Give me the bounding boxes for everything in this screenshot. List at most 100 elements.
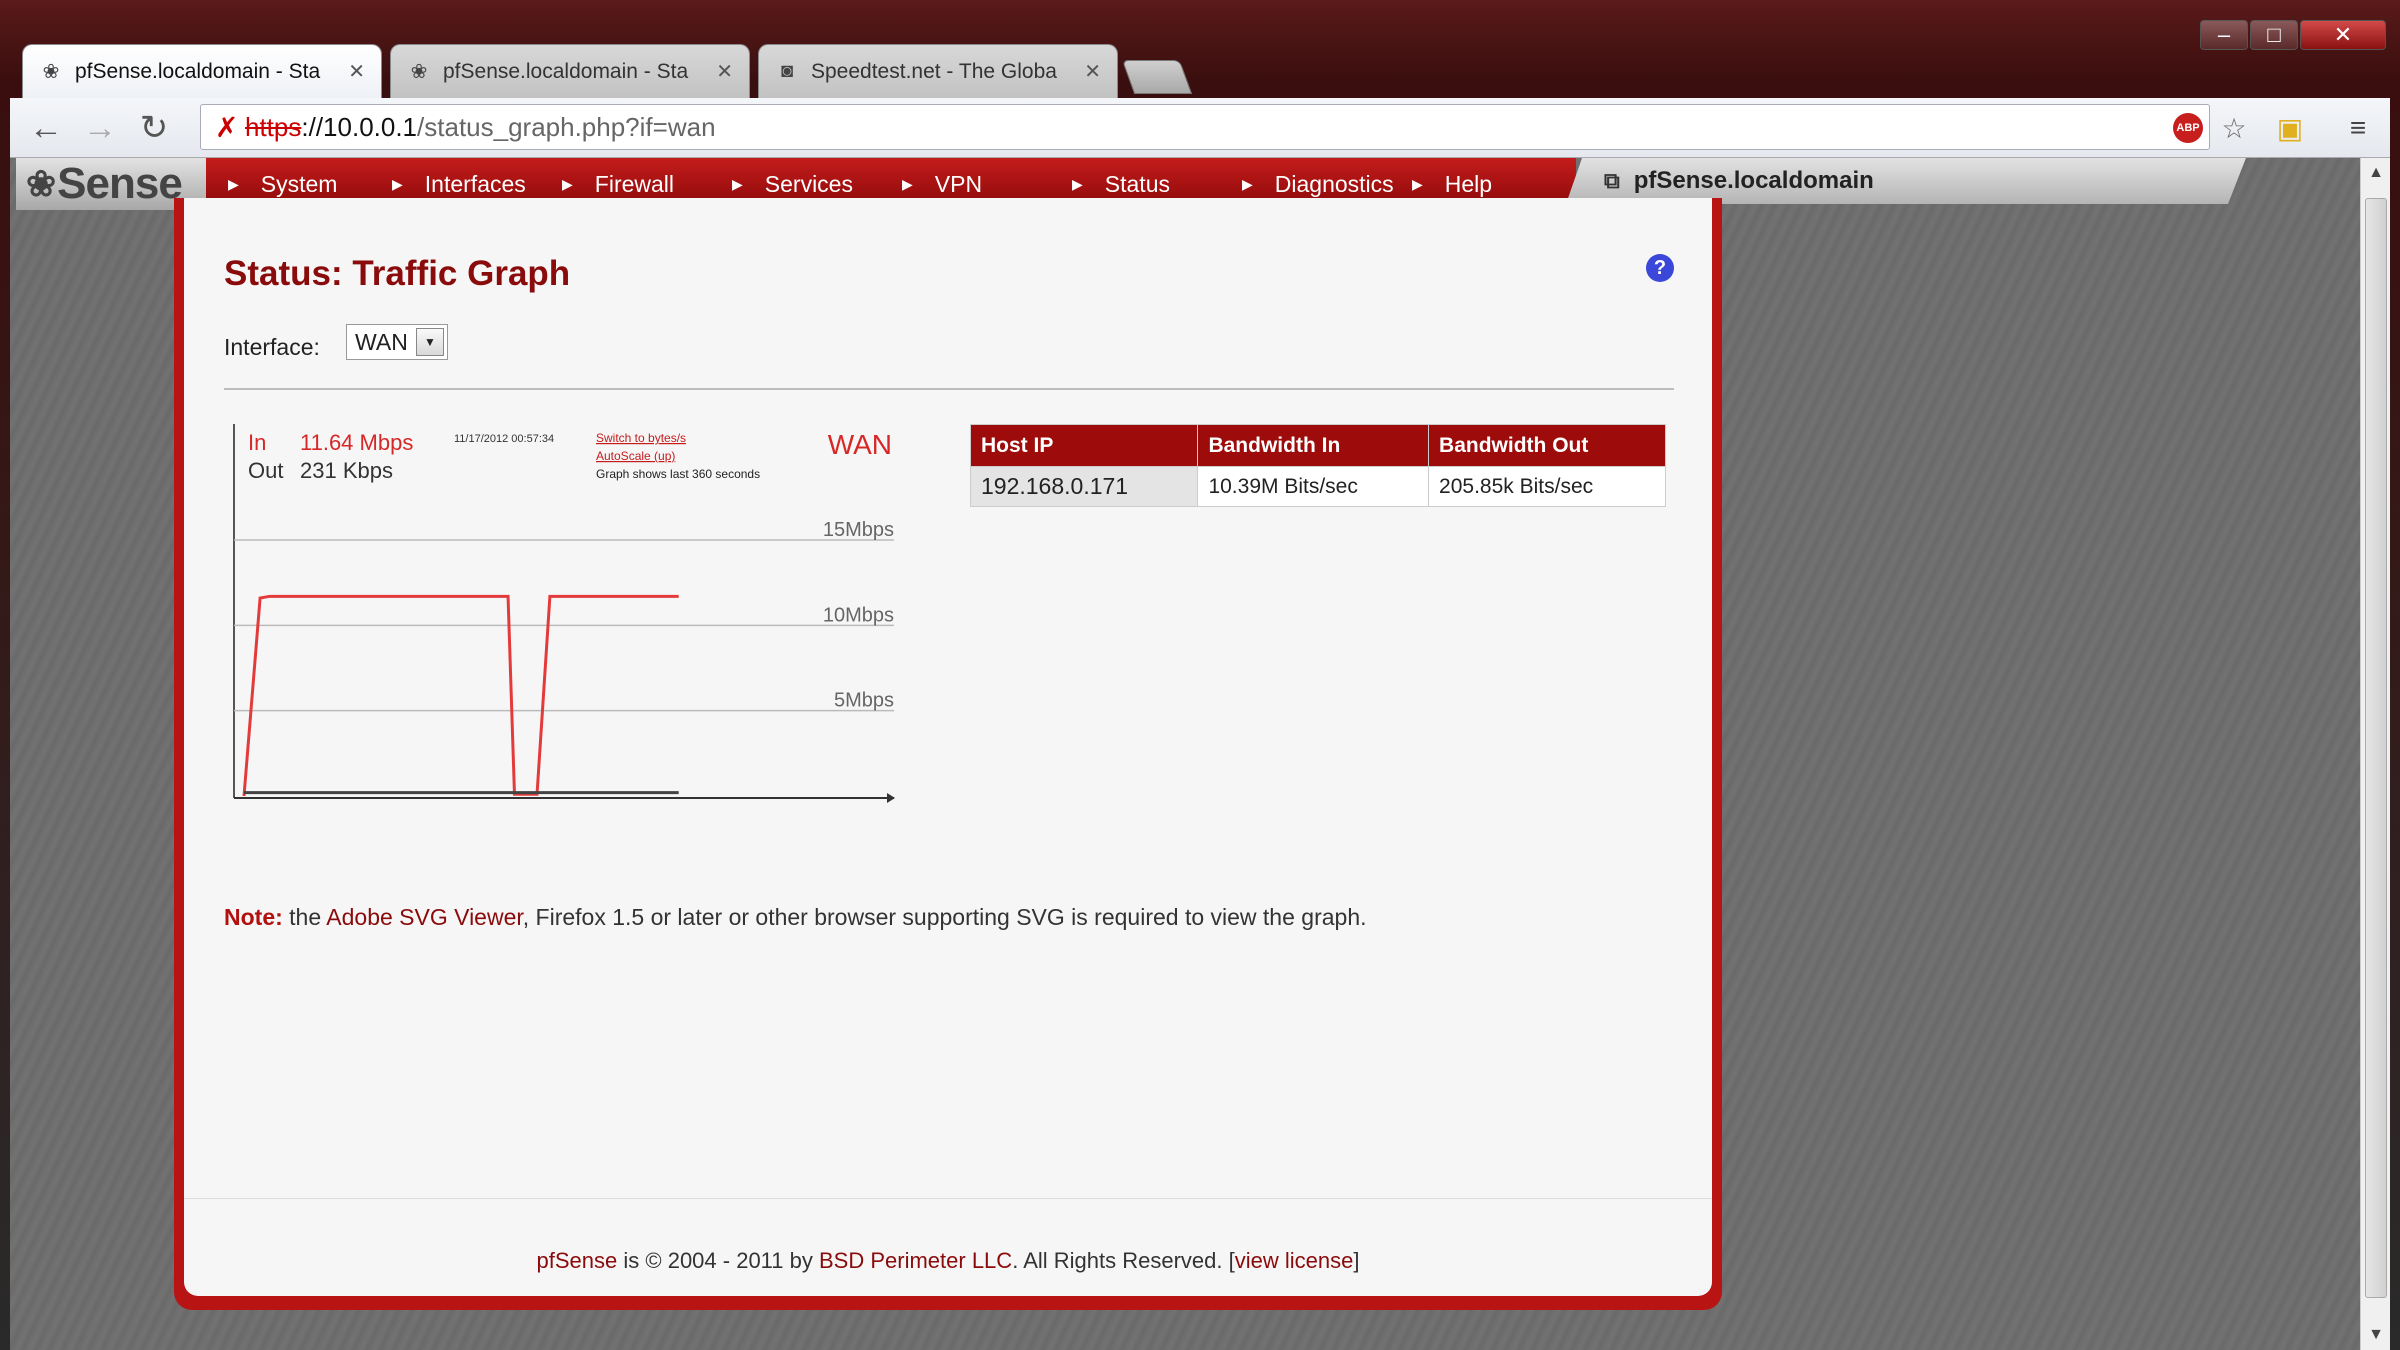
- menu-arrow-icon: ▶: [732, 175, 743, 192]
- series-line-in: [242, 594, 679, 797]
- table-row: 192.168.0.171 10.39M Bits/sec 205.85k Bi…: [969, 466, 1666, 507]
- speedtest-icon: ◙: [780, 60, 794, 82]
- hostname: pfSense.localdomain: [1633, 167, 1874, 194]
- traffic-graph-svg: 15Mbps 10Mbps 5Mbps In 11.64 Mbps Out 23…: [233, 424, 895, 803]
- interface-value: WAN: [355, 328, 408, 355]
- close-window-icon[interactable]: ✕: [2300, 20, 2386, 50]
- close-tab-icon[interactable]: ✕: [716, 59, 733, 84]
- tab-strip: ❀ pfSense.localdomain - Sta ✕ ❀ pfSense.…: [0, 10, 2400, 98]
- in-label: In: [248, 430, 266, 455]
- tab-pfsense-1[interactable]: ❀ pfSense.localdomain - Sta ✕: [22, 44, 382, 98]
- bookmark-star-icon[interactable]: ☆: [2216, 110, 2252, 146]
- footer-text: ]: [1353, 1248, 1360, 1273]
- menu-label: System: [260, 170, 338, 197]
- menu-label: Status: [1104, 170, 1170, 197]
- scrollbar-thumb[interactable]: [2365, 198, 2387, 1298]
- company-link[interactable]: BSD Perimeter LLC: [819, 1248, 1012, 1273]
- footer-text: is © 2004 - 2011 by: [623, 1248, 813, 1273]
- menu-label: Diagnostics: [1274, 170, 1394, 197]
- adobe-svg-link[interactable]: Adobe SVG Viewer: [326, 904, 522, 930]
- in-value: 11.64 Mbps: [300, 430, 413, 455]
- url-scheme: https: [245, 111, 302, 142]
- chevron-down-icon: ▼: [416, 328, 444, 356]
- note-text: , Firefox 1.5 or later or other browser …: [522, 904, 1367, 930]
- scroll-down-icon[interactable]: ▼: [2361, 1320, 2391, 1350]
- browser-toolbar: ← → ↻ ✗ https ://10.0.0.1 /status_graph.…: [10, 98, 2390, 158]
- out-label: Out: [248, 458, 283, 483]
- forward-icon[interactable]: →: [80, 108, 120, 148]
- pfsense-link[interactable]: pfSense: [537, 1248, 618, 1273]
- url-path: /status_graph.php?if=wan: [417, 111, 716, 142]
- view-license-link[interactable]: view license: [1235, 1248, 1354, 1273]
- menu-arrow-icon: ▶: [228, 175, 239, 192]
- maximize-icon[interactable]: □: [2250, 20, 2298, 50]
- back-icon[interactable]: ←: [26, 108, 66, 148]
- vertical-scrollbar[interactable]: ▲ ▼: [2360, 158, 2390, 1350]
- menu-icon[interactable]: ≡: [2340, 110, 2376, 146]
- grid-label: 10Mbps: [823, 604, 894, 626]
- table-header-row: Host IP Bandwidth In Bandwidth Out: [969, 424, 1666, 467]
- page-footer: pfSense is © 2004 - 2011 by BSD Perimete…: [184, 1248, 1712, 1274]
- tab-speedtest[interactable]: ◙ Speedtest.net - The Globa ✕: [758, 44, 1118, 98]
- logo-text: Sense: [57, 159, 183, 208]
- network-icon: ⧉: [1604, 168, 1620, 193]
- pfsense-gear-icon: ❀: [26, 163, 56, 204]
- interface-label: Interface:: [224, 334, 320, 360]
- out-value: 231 Kbps: [300, 458, 393, 483]
- x-axis-arrow-icon: [887, 793, 895, 803]
- bandwidth-out-cell: 205.85k Bits/sec: [1428, 466, 1666, 507]
- switch-units-link[interactable]: Switch to bytes/s: [596, 431, 686, 445]
- grid-label: 15Mbps: [823, 519, 894, 541]
- host-bandwidth-table: Host IP Bandwidth In Bandwidth Out 192.1…: [969, 424, 1666, 507]
- bandwidth-in-cell: 10.39M Bits/sec: [1197, 466, 1430, 507]
- menu-label: Firewall: [594, 170, 675, 197]
- graph-interface-name: WAN: [828, 429, 892, 460]
- pfsense-icon: ❀: [410, 61, 428, 83]
- tab-title: pfSense.localdomain - Sta: [443, 59, 689, 83]
- close-tab-icon[interactable]: ✕: [348, 59, 365, 84]
- grid-label: 5Mbps: [834, 690, 894, 712]
- adblock-icon[interactable]: ABP: [2170, 110, 2206, 146]
- scroll-up-icon[interactable]: ▲: [2361, 158, 2391, 188]
- menu-label: Help: [1444, 170, 1493, 197]
- note-text: the: [289, 904, 322, 930]
- autoscale-link[interactable]: AutoScale (up): [596, 449, 675, 463]
- extension-icon[interactable]: ▣: [2272, 110, 2308, 146]
- menu-arrow-icon: ▶: [1242, 175, 1253, 192]
- menu-label: Services: [764, 170, 853, 197]
- menu-arrow-icon: ▶: [1072, 175, 1083, 192]
- menu-arrow-icon: ▶: [562, 175, 573, 192]
- close-tab-icon[interactable]: ✕: [1084, 59, 1101, 84]
- page-viewport: ❀ Sense ▶ System ▶ Interfaces ▶ Firewall ▶ S…: [10, 158, 2360, 1350]
- traffic-graph: 15Mbps 10Mbps 5Mbps In 11.64 Mbps Out 23…: [224, 420, 904, 812]
- tab-title: pfSense.localdomain - Sta: [75, 59, 321, 83]
- new-tab-button[interactable]: [1121, 60, 1193, 94]
- graph-caption: Graph shows last 360 seconds: [596, 467, 760, 481]
- footer-divider: [184, 1198, 1712, 1199]
- page-title: Status: Traffic Graph: [224, 254, 571, 293]
- url-host: ://10.0.0.1: [301, 111, 418, 142]
- svg-note: Note: the Adobe SVG Viewer, Firefox 1.5 …: [224, 904, 1367, 931]
- menu-arrow-icon: ▶: [392, 175, 403, 192]
- interface-select[interactable]: WAN ▼: [346, 324, 448, 360]
- graph-timestamp: 11/17/2012 00:57:34: [454, 433, 554, 445]
- browser-window: ❀ pfSense.localdomain - Sta ✕ ❀ pfSense.…: [0, 0, 2400, 1350]
- divider: [224, 388, 1674, 390]
- pfsense-icon: ❀: [42, 61, 60, 83]
- adblock-badge: ABP: [2173, 113, 2203, 143]
- reload-icon[interactable]: ↻: [134, 108, 174, 148]
- tab-pfsense-2[interactable]: ❀ pfSense.localdomain - Sta ✕: [390, 44, 750, 98]
- menu-arrow-icon: ▶: [902, 175, 913, 192]
- host-ip-cell: 192.168.0.171: [969, 466, 1199, 507]
- column-header: Host IP: [969, 424, 1199, 467]
- column-header: Bandwidth Out: [1428, 424, 1666, 467]
- menu-arrow-icon: ▶: [1412, 175, 1423, 192]
- minimize-icon[interactable]: –: [2200, 20, 2248, 50]
- insecure-lock-icon: ✗: [215, 111, 239, 143]
- note-label: Note:: [224, 904, 283, 930]
- address-bar[interactable]: ✗ https ://10.0.0.1 /status_graph.php?if…: [200, 104, 2210, 150]
- help-icon[interactable]: ?: [1646, 254, 1674, 282]
- footer-text: . All Rights Reserved. [: [1012, 1248, 1235, 1273]
- content-frame: Status: Traffic Graph ? Interface: WAN ▼: [174, 198, 1722, 1310]
- tab-title: Speedtest.net - The Globa: [811, 59, 1057, 83]
